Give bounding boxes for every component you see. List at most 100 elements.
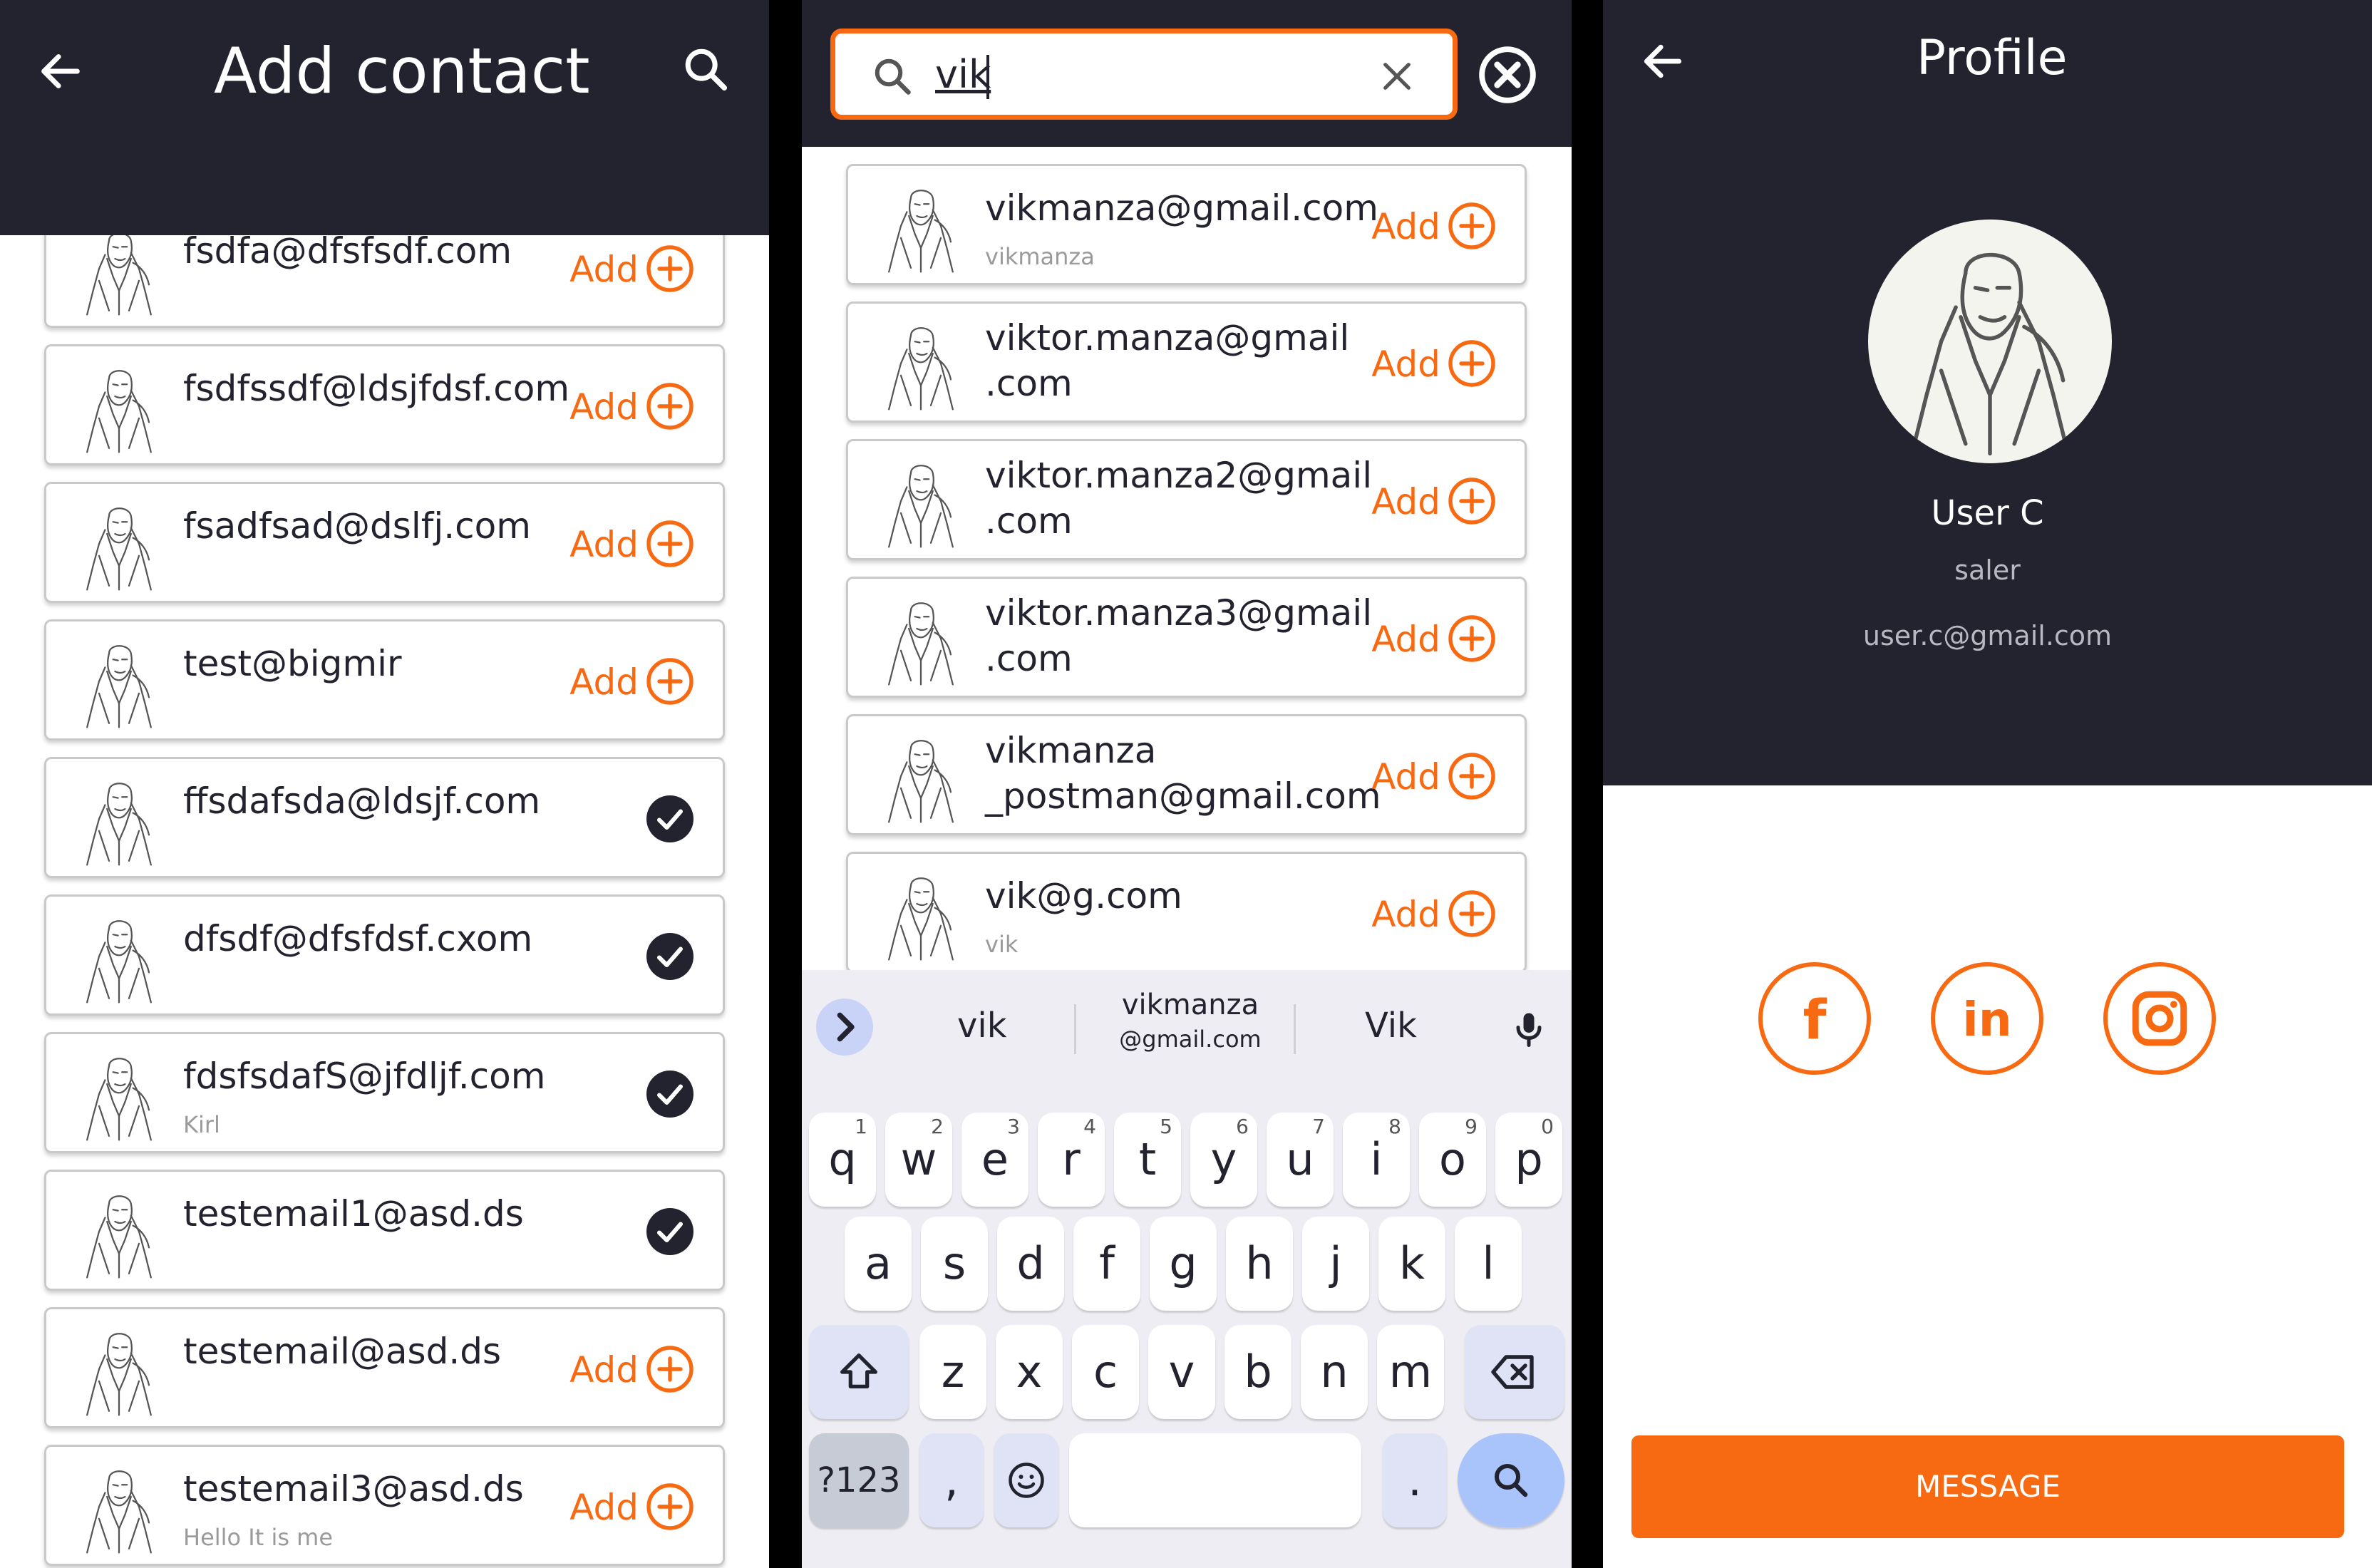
add-circle-icon[interactable] — [1446, 888, 1497, 939]
contact-card[interactable]: dfsdf@dfsfdsf.cxom — [44, 894, 725, 1016]
add-circle-icon[interactable] — [1446, 613, 1497, 664]
key-i[interactable]: i8 — [1343, 1113, 1410, 1207]
add-circle-icon[interactable] — [644, 1343, 696, 1395]
comma-key[interactable]: , — [919, 1433, 984, 1527]
suggestion-2-main: vikmanza — [1121, 989, 1259, 1021]
key-e[interactable]: e3 — [961, 1113, 1028, 1207]
avatar — [69, 494, 169, 594]
add-circle-icon[interactable] — [644, 243, 696, 294]
key-label: s — [942, 1237, 966, 1289]
key-p[interactable]: p0 — [1495, 1113, 1562, 1207]
contact-card[interactable]: ffsdafsda@ldsjf.com — [44, 757, 725, 878]
cancel-search-icon[interactable] — [1477, 44, 1538, 105]
clear-icon[interactable] — [1377, 56, 1417, 96]
add-circle-icon[interactable] — [1446, 338, 1497, 389]
add-circle-icon[interactable] — [1446, 475, 1497, 527]
key-t[interactable]: t5 — [1114, 1113, 1181, 1207]
key-o[interactable]: o9 — [1419, 1113, 1486, 1207]
add-button[interactable]: Add — [569, 386, 639, 428]
contact-card[interactable]: viktor.manza3@gmail .com Add — [846, 577, 1527, 698]
add-button[interactable]: Add — [569, 249, 639, 290]
contact-card[interactable]: testemail@asd.ds Add — [44, 1307, 725, 1428]
contact-email: testemail3@asd.ds — [183, 1468, 524, 1510]
key-r[interactable]: r4 — [1038, 1113, 1105, 1207]
back-arrow-icon[interactable] — [36, 46, 86, 96]
contact-list: fsdfa@dfsfsdf.com Add fsdfssdf@ldsjfdsf.co… — [0, 235, 769, 1568]
add-button[interactable]: Add — [1371, 481, 1440, 522]
contact-card[interactable]: vikmanza _postman@gmail.com Add — [846, 714, 1527, 835]
contact-username: Kirl — [183, 1111, 220, 1138]
add-circle-icon[interactable] — [1446, 751, 1497, 802]
add-button[interactable]: Add — [569, 1487, 639, 1528]
search-input[interactable]: vik — [935, 52, 991, 97]
contact-card[interactable]: testemail3@asd.ds Hello It is me Add — [44, 1445, 725, 1566]
microphone-icon[interactable] — [1507, 1006, 1550, 1053]
key-n[interactable]: n — [1301, 1325, 1368, 1419]
key-q[interactable]: q1 — [809, 1113, 876, 1207]
add-circle-icon[interactable] — [644, 1481, 696, 1532]
add-circle-icon[interactable] — [1446, 200, 1497, 252]
space-key[interactable] — [1069, 1433, 1361, 1527]
add-button[interactable]: Add — [1371, 206, 1440, 247]
message-button[interactable]: MESSAGE — [1631, 1435, 2344, 1538]
key-z[interactable]: z — [919, 1325, 986, 1419]
contact-card[interactable]: test@bigmir Add — [44, 619, 725, 741]
key-y[interactable]: y6 — [1190, 1113, 1257, 1207]
instagram-button[interactable] — [2103, 962, 2216, 1075]
add-button[interactable]: Add — [569, 524, 639, 565]
key-x[interactable]: x — [996, 1325, 1063, 1419]
backspace-key[interactable] — [1465, 1325, 1564, 1419]
contact-card[interactable]: viktor.manza@gmail .com Add — [846, 301, 1527, 423]
key-w[interactable]: w2 — [885, 1113, 952, 1207]
contact-card[interactable]: fsdfssdf@ldsjfdsf.com Add — [44, 344, 725, 465]
contact-card[interactable]: vikmanza@gmail.com vikmanza Add — [846, 164, 1527, 285]
contact-card[interactable]: fdsfsdafS@jfdljf.com Kirl — [44, 1032, 725, 1153]
key-hint: 7 — [1312, 1115, 1325, 1138]
shift-key[interactable] — [809, 1325, 909, 1419]
key-c[interactable]: c — [1072, 1325, 1139, 1419]
contact-card[interactable]: testemail1@asd.ds — [44, 1170, 725, 1291]
key-j[interactable]: j — [1302, 1217, 1369, 1311]
facebook-button[interactable]: f — [1758, 962, 1871, 1075]
add-button[interactable]: Add — [569, 1349, 639, 1391]
add-button[interactable]: Add — [1371, 756, 1440, 798]
add-button[interactable]: Add — [1371, 894, 1440, 935]
contact-card[interactable]: fsdfa@dfsfsdf.com Add — [44, 235, 725, 328]
add-circle-icon[interactable] — [644, 656, 696, 707]
suggestion-1[interactable]: vik — [957, 1006, 1007, 1046]
add-circle-icon[interactable] — [644, 518, 696, 569]
key-f[interactable]: f — [1073, 1217, 1140, 1311]
key-v[interactable]: v — [1148, 1325, 1215, 1419]
key-m[interactable]: m — [1377, 1325, 1444, 1419]
search-key[interactable] — [1458, 1433, 1564, 1527]
add-button[interactable]: Add — [1371, 344, 1440, 385]
key-d[interactable]: d — [997, 1217, 1064, 1311]
expand-suggestions-button[interactable] — [816, 999, 873, 1056]
linkedin-button[interactable]: in — [1931, 962, 2043, 1075]
add-circle-icon[interactable] — [644, 381, 696, 432]
key-g[interactable]: g — [1150, 1217, 1217, 1311]
contact-email: fsadfsad@dslfj.com — [183, 505, 531, 547]
contact-card[interactable]: fsadfsad@dslfj.com Add — [44, 482, 725, 603]
key-k[interactable]: k — [1378, 1217, 1445, 1311]
emoji-key[interactable] — [994, 1433, 1058, 1527]
period-key[interactable]: . — [1383, 1433, 1447, 1527]
add-button[interactable]: Add — [1371, 619, 1440, 660]
search-field[interactable]: vik — [830, 29, 1458, 120]
key-hint: 5 — [1160, 1115, 1172, 1138]
add-button[interactable]: Add — [569, 661, 639, 703]
avatar — [69, 356, 169, 456]
suggestion-3[interactable]: Vik — [1365, 1006, 1417, 1046]
contact-card[interactable]: vik@g.com vik Add — [846, 852, 1527, 970]
search-icon[interactable] — [681, 44, 731, 94]
key-s[interactable]: s — [921, 1217, 988, 1311]
contact-card[interactable]: viktor.manza2@gmail .com Add — [846, 439, 1527, 560]
key-b[interactable]: b — [1224, 1325, 1291, 1419]
suggestion-2[interactable]: vikmanza @gmail.com — [1080, 989, 1301, 1053]
key-h[interactable]: h — [1226, 1217, 1293, 1311]
key-u[interactable]: u7 — [1267, 1113, 1334, 1207]
key-a[interactable]: a — [845, 1217, 912, 1311]
key-l[interactable]: l — [1455, 1217, 1522, 1311]
back-arrow-icon[interactable] — [1639, 37, 1687, 86]
symbols-key[interactable]: ?123 — [809, 1433, 909, 1527]
